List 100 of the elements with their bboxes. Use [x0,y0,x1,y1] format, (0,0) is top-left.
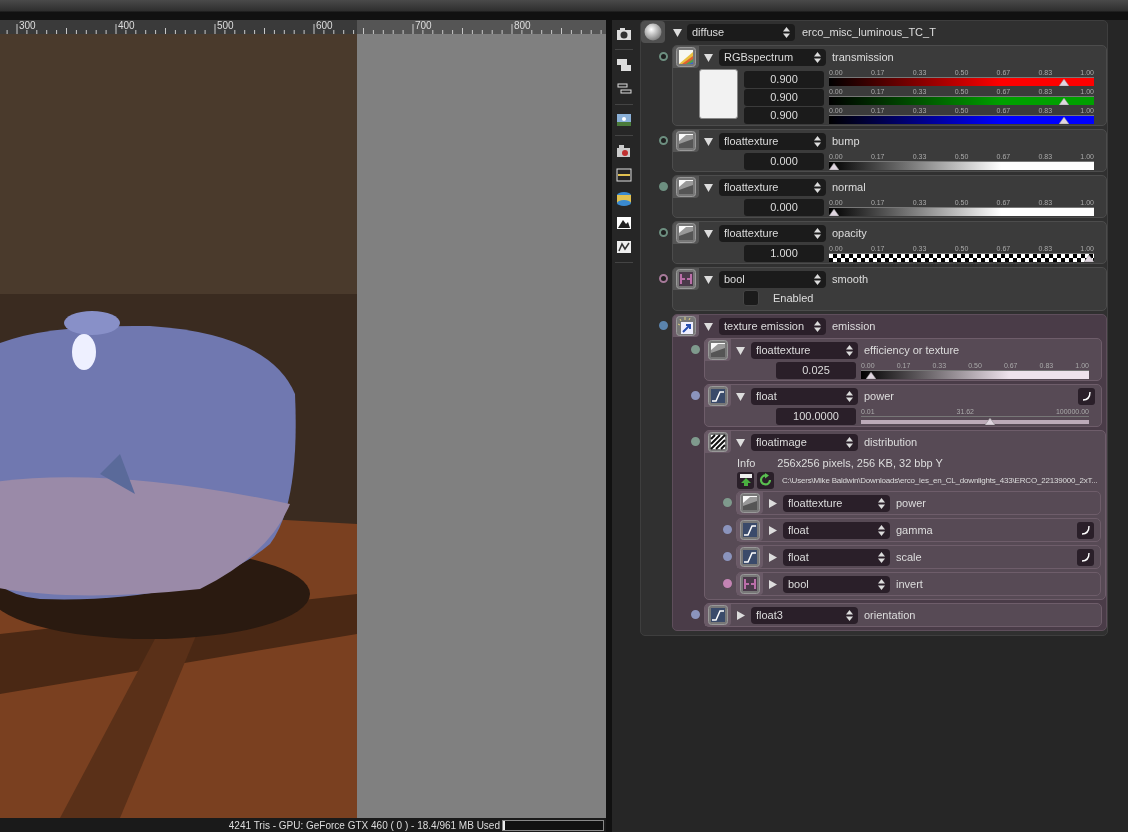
reload-button[interactable] [757,471,774,489]
type-dropdown[interactable]: bool [719,270,826,288]
info-label: Info [737,456,756,469]
value-field[interactable]: 100.0000 [776,408,856,425]
curve-button[interactable] [1077,521,1095,539]
type-dropdown[interactable]: floattexture [751,341,858,359]
slider-thumb[interactable] [1058,98,1069,105]
pin-dot[interactable] [659,321,668,330]
type-dropdown[interactable]: floatimage [751,433,858,451]
database-icon[interactable] [615,190,633,208]
pin-dot[interactable] [659,274,668,283]
type-dropdown[interactable]: floattexture [719,224,826,242]
slider-thumb[interactable] [1058,117,1069,124]
expand-arrow-icon[interactable] [704,321,713,331]
graph-icon[interactable] [615,238,633,256]
expand-arrow-icon[interactable] [736,437,745,447]
checkbox[interactable] [743,290,759,306]
type-dropdown[interactable]: RGBspectrum [719,48,826,66]
camera-icon[interactable] [615,142,633,160]
slider-track[interactable] [829,97,1094,105]
updown-arrow-icon [783,26,790,38]
type-dropdown[interactable]: texture emission [719,317,826,335]
updown-arrow-icon [878,497,885,509]
image-icon[interactable] [615,111,633,129]
type-dropdown[interactable]: bool [783,575,890,593]
slider-track[interactable] [829,254,1094,262]
slider-track[interactable] [829,162,1094,170]
expand-arrow-icon[interactable] [768,552,777,562]
camera-icon[interactable] [615,25,633,43]
value-field[interactable]: 0.900 [744,89,824,106]
updown-arrow-icon [814,51,821,63]
expand-arrow-icon[interactable] [736,391,745,401]
type-dropdown[interactable]: float3 [751,606,858,624]
expand-arrow-icon[interactable] [736,610,745,620]
layers-icon[interactable] [615,56,633,74]
slider-track[interactable] [861,371,1089,379]
upload-icon [738,473,753,487]
pin-dot[interactable] [659,182,668,191]
expand-arrow-icon[interactable] [704,182,713,192]
mountain-icon[interactable] [615,214,633,232]
ruler-label: 500 [217,20,234,31]
curve-button[interactable] [1078,387,1095,405]
value-field[interactable]: 0.025 [776,362,856,379]
slider-thumb[interactable] [1084,255,1094,262]
slider-track[interactable] [829,116,1094,124]
updown-arrow-icon [878,524,885,536]
ruler-label: 600 [316,20,333,31]
expand-arrow-icon[interactable] [673,27,682,37]
slider-thumb[interactable] [829,209,839,216]
color-gradient-icon [676,47,696,67]
parameter-label: power [896,497,927,509]
color-swatch[interactable] [699,69,738,119]
pin-dot[interactable] [691,610,700,619]
expand-arrow-icon[interactable] [768,498,777,508]
type-dropdown[interactable]: float [751,387,858,405]
pin-dot[interactable] [723,579,732,588]
pin-dot[interactable] [723,498,732,507]
split-icon [676,269,696,289]
slider-thumb[interactable] [866,372,877,379]
updown-arrow-icon [814,273,821,285]
expand-arrow-icon[interactable] [704,228,713,238]
parameter-label: transmission [832,51,895,63]
curve-button[interactable] [1077,548,1095,566]
slider-thumb[interactable] [985,418,996,425]
slider-thumb[interactable] [1058,79,1069,86]
pin-dot[interactable] [691,345,700,354]
value-field[interactable]: 0.900 [744,107,824,124]
type-dropdown[interactable]: floattexture [719,178,826,196]
type-dropdown[interactable]: floattexture [719,132,826,150]
value-field[interactable]: 0.000 [744,199,824,216]
pin-dot[interactable] [691,391,700,400]
slider-track[interactable] [861,417,1089,425]
expand-arrow-icon[interactable] [768,579,777,589]
value-field[interactable]: 0.000 [744,153,824,170]
pin-dot[interactable] [691,437,700,446]
expand-arrow-icon[interactable] [768,525,777,535]
ruler-label: 300 [19,20,36,31]
expand-arrow-icon[interactable] [736,345,745,355]
pin-dot[interactable] [723,525,732,534]
slider-track[interactable] [829,208,1094,216]
expand-arrow-icon[interactable] [704,52,713,62]
slider-thumb[interactable] [829,163,839,170]
type-dropdown[interactable]: floattexture [783,494,890,512]
slider-track[interactable] [829,78,1094,86]
parameter-label: orientation [864,609,917,621]
pin-dot[interactable] [659,228,668,237]
pin-dot[interactable] [659,52,668,61]
step-curve-icon [740,547,760,567]
pin-dot[interactable] [723,552,732,561]
expand-arrow-icon[interactable] [704,136,713,146]
load-button[interactable] [737,471,754,489]
expand-arrow-icon[interactable] [704,274,713,284]
type-dropdown[interactable]: diffuse [687,23,795,41]
film-icon[interactable] [615,166,633,184]
type-dropdown[interactable]: float [783,548,890,566]
reload-icon [758,473,773,487]
pin-dot[interactable] [659,136,668,145]
value-field[interactable]: 0.900 [744,71,824,88]
type-dropdown[interactable]: float [783,521,890,539]
value-field[interactable]: 1.000 [744,245,824,262]
